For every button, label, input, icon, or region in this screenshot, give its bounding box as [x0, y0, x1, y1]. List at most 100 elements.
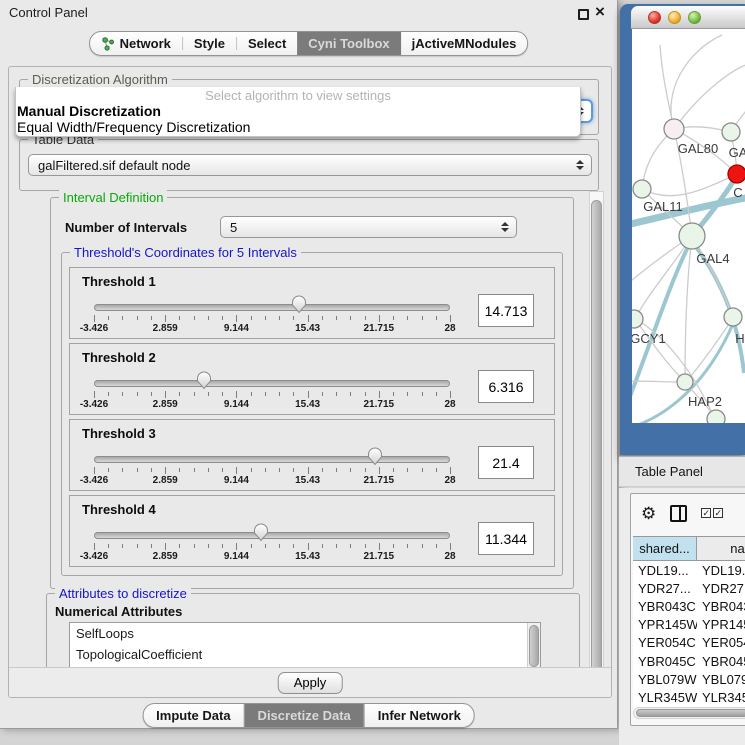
table-row[interactable]: YBL079WYBL079W	[633, 670, 745, 688]
table-cell: YBR043C	[697, 597, 745, 615]
mac-close-icon[interactable]	[648, 11, 661, 24]
table-row[interactable]: YLR345WYLR345W	[633, 688, 745, 706]
table-cell: YDL19...	[697, 561, 745, 579]
tab-jactivemnodules[interactable]: jActiveMNodules	[401, 32, 528, 55]
threshold-slider-track[interactable]	[94, 532, 450, 539]
tick-label: -3.426	[80, 399, 108, 410]
threshold-slider-thumb[interactable]	[196, 371, 212, 390]
threshold-slider-thumb[interactable]	[253, 523, 269, 542]
tab-label: Cyni Toolbox	[308, 36, 389, 51]
threshold-slider-track[interactable]	[94, 380, 450, 387]
mac-minimize-icon[interactable]	[668, 11, 681, 24]
table-horizontal-scrollbar[interactable]	[633, 707, 745, 719]
network-node[interactable]	[632, 310, 643, 328]
settings-gear-icon[interactable]: ⚙	[641, 505, 656, 522]
network-edge[interactable]	[642, 175, 736, 196]
mac-zoom-icon[interactable]	[688, 11, 701, 24]
threshold-slider-thumb[interactable]	[367, 447, 383, 466]
network-node[interactable]	[722, 123, 740, 141]
network-edge[interactable]	[671, 35, 722, 129]
network-node[interactable]	[664, 119, 684, 139]
tab-network[interactable]: Network	[90, 32, 182, 55]
checkbox-icon: ✓	[713, 508, 723, 518]
threshold-value-field[interactable]: 14.713	[478, 294, 534, 327]
table-panel-area: ⚙ ✓ ✓ shared...name YDL19...YDL19...YDR2…	[619, 488, 745, 745]
tick-label: 9.144	[224, 551, 249, 562]
table-rows: YDL19...YDL19...YDR27...YDR27...YBR043CY…	[633, 561, 745, 713]
table-row[interactable]: YER054CYER054C	[633, 634, 745, 652]
tick-label: 15.43	[295, 551, 320, 562]
network-node[interactable]	[633, 180, 651, 198]
network-edge[interactable]	[687, 318, 733, 381]
algorithm-hint-option[interactable]: Select algorithm to view settings	[16, 88, 580, 103]
network-edge[interactable]	[674, 63, 745, 129]
control-panel-tabbar: NetworkStyleSelect Cyni Toolbox jActiveMNo…	[89, 31, 529, 56]
node-label: GA	[729, 145, 745, 160]
table-row[interactable]: YBR043CYBR043C	[633, 597, 745, 615]
apply-bar: Apply	[9, 667, 611, 698]
columns-icon[interactable]	[670, 505, 687, 522]
tab-cyni-toolbox[interactable]: Cyni Toolbox	[297, 32, 400, 55]
network-canvas[interactable]: GAL80GACGAL11GAL4GCY1HHAP2	[632, 29, 745, 423]
table-data-value: galFiltered.sif default node	[38, 158, 190, 173]
network-edge[interactable]	[685, 236, 692, 381]
network-icon	[101, 37, 115, 51]
network-node[interactable]	[677, 374, 693, 390]
network-window-titlebar[interactable]	[631, 6, 745, 29]
tick-label: 9.144	[224, 475, 249, 486]
attribute-list-item[interactable]: TopologicalCoefficient	[70, 644, 540, 665]
select-columns-icon[interactable]: ✓ ✓	[701, 508, 723, 518]
float-window-icon[interactable]	[578, 9, 589, 20]
tick-label: -3.426	[80, 323, 108, 334]
network-edge[interactable]	[632, 381, 684, 382]
tick-label: 21.715	[364, 399, 395, 410]
tab-impute-data[interactable]: Impute Data	[143, 704, 243, 727]
network-node[interactable]	[679, 223, 705, 249]
tab-style[interactable]: Style	[183, 32, 236, 55]
tick-label: 15.43	[295, 475, 320, 486]
tick-label: 28	[444, 475, 455, 486]
threshold-slider-track[interactable]	[94, 304, 450, 311]
table-panel-title: Table Panel	[635, 464, 703, 479]
table-column-header[interactable]: shared...	[633, 537, 697, 560]
table-row[interactable]: YPR145WYPR145W	[633, 616, 745, 634]
table-cell: YBL079W	[633, 670, 697, 688]
threshold-slider-thumb[interactable]	[291, 295, 307, 314]
numerical-attributes-label: Numerical Attributes	[55, 604, 182, 619]
table-row[interactable]: YDR27...YDR27...	[633, 579, 745, 597]
network-node-selected[interactable]	[728, 165, 745, 183]
table-toolbar: ⚙ ✓ ✓	[631, 494, 745, 532]
table-data-combobox[interactable]: galFiltered.sif default node	[28, 154, 592, 176]
threshold-panel: Threshold 3 -3.4262.8599.14415.4321.7152…	[69, 419, 555, 491]
attribute-list-item[interactable]: SelfLoops	[70, 623, 540, 644]
threshold-slider-track[interactable]	[94, 456, 450, 463]
table-cell: YPR145W	[697, 616, 745, 634]
tab-select[interactable]: Select	[237, 32, 297, 55]
table-column-header[interactable]: name	[697, 537, 745, 560]
table-cell: YDR27...	[633, 579, 697, 597]
apply-button[interactable]: Apply	[278, 672, 343, 694]
tab-infer-network[interactable]: Infer Network	[365, 704, 474, 727]
network-edge[interactable]	[635, 319, 684, 381]
close-icon[interactable]: ×	[595, 2, 605, 22]
control-panel-titlebar: Control Panel ×	[0, 0, 617, 24]
tick-label: 15.43	[295, 399, 320, 410]
tick-label: 21.715	[364, 323, 395, 334]
number-of-intervals-combobox[interactable]: 5	[220, 216, 517, 238]
checkbox-icon: ✓	[701, 508, 711, 518]
algorithm-option[interactable]: Manual Discretization	[16, 103, 580, 119]
table-row[interactable]: YBR045CYBR045C	[633, 652, 745, 670]
threshold-label: Threshold 4	[82, 502, 156, 517]
threshold-value-field[interactable]: 21.4	[478, 446, 534, 479]
algorithm-option[interactable]: Equal Width/Frequency Discretization	[16, 119, 580, 135]
threshold-value-field[interactable]: 11.344	[478, 522, 534, 555]
content-vertical-scrollbar[interactable]	[589, 191, 604, 693]
network-node[interactable]	[724, 308, 742, 326]
tab-discretize-data[interactable]: Discretize Data	[245, 704, 364, 727]
table-row[interactable]: YDL19...YDL19...	[633, 561, 745, 579]
slider-tick-labels: -3.4262.8599.14415.4321.71528	[94, 399, 450, 411]
threshold-value-field[interactable]: 6.316	[478, 370, 534, 403]
network-node[interactable]	[707, 410, 725, 423]
network-edge[interactable]	[660, 45, 674, 129]
table-cell: YPR145W	[633, 616, 697, 634]
